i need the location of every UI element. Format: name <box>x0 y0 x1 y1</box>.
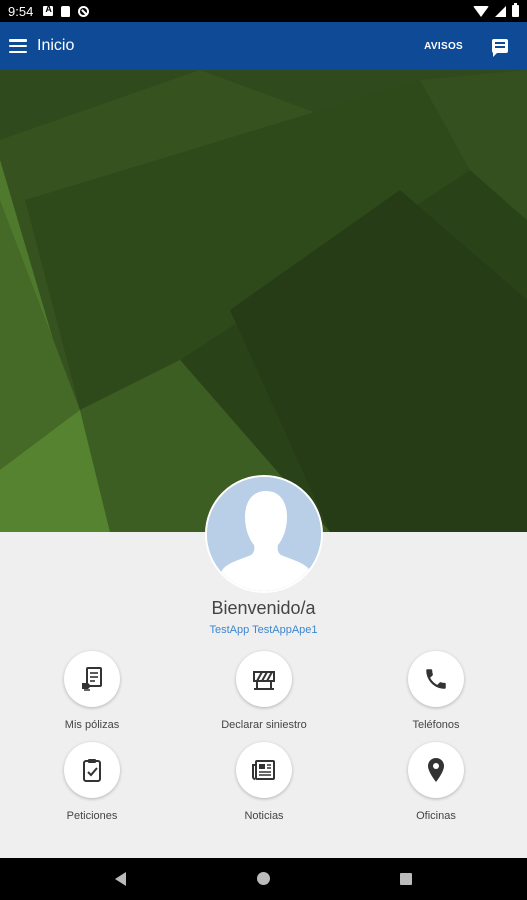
menu-item-label: Oficinas <box>416 810 456 822</box>
page-title: Inicio <box>37 37 75 54</box>
policy-document-button[interactable] <box>64 651 120 707</box>
clipboard-check-icon <box>83 759 101 782</box>
hero-banner <box>0 70 527 532</box>
do-not-disturb-icon <box>78 5 90 17</box>
username-link[interactable]: TestApp TestAppApe1 <box>0 624 527 636</box>
phone-button[interactable] <box>408 651 464 707</box>
location-pin-icon <box>428 758 444 782</box>
policy-document-icon <box>82 667 102 691</box>
signal-icon <box>495 5 506 17</box>
newspaper-button[interactable] <box>236 742 292 798</box>
phone-icon <box>426 669 446 689</box>
menu-item-label: Peticiones <box>66 810 118 822</box>
home-icon[interactable] <box>257 872 270 885</box>
app-bar: Inicio AVISOS <box>0 22 527 70</box>
user-silhouette-icon <box>207 477 321 591</box>
battery-icon <box>512 3 519 17</box>
menu-item-peticiones[interactable]: Peticiones <box>22 742 162 822</box>
road-barrier-button[interactable] <box>236 651 292 707</box>
menu-item-label: Noticias <box>244 810 284 822</box>
wifi-icon <box>473 5 489 17</box>
app-screen: 9:54 Inicio AVISOS <box>0 0 527 900</box>
location-button[interactable] <box>408 742 464 798</box>
message-icon[interactable] <box>492 39 508 57</box>
avisos-button[interactable]: AVISOS <box>424 41 463 52</box>
menu-item-telefonos[interactable]: Teléfonos <box>366 651 506 731</box>
menu-item-noticias[interactable]: Noticias <box>194 742 334 822</box>
menu-item-label: Mis pólizas <box>64 719 120 731</box>
menu-item-label: Teléfonos <box>412 719 460 731</box>
clipboard-button[interactable] <box>64 742 120 798</box>
welcome-text: Bienvenido/a <box>211 598 316 618</box>
avatar[interactable] <box>205 475 323 593</box>
newspaper-icon <box>252 760 275 780</box>
menu-item-label: Declarar siniestro <box>221 719 307 731</box>
system-nav-bar <box>0 858 527 900</box>
road-barrier-icon <box>253 671 275 690</box>
status-time: 9:54 <box>8 3 34 19</box>
menu-item-declarar-siniestro[interactable]: Declarar siniestro <box>194 651 334 731</box>
hero-pattern <box>0 70 527 532</box>
sd-card-icon <box>61 5 71 17</box>
notification-icons <box>43 4 90 17</box>
status-bar: 9:54 <box>0 0 527 22</box>
back-icon[interactable] <box>115 872 126 886</box>
menu-item-oficinas[interactable]: Oficinas <box>366 742 506 822</box>
menu-item-mis-polizas[interactable]: Mis pólizas <box>22 651 162 731</box>
hamburger-menu-icon[interactable] <box>9 39 27 53</box>
system-icons <box>473 3 519 17</box>
app-notification-icon <box>43 4 54 16</box>
recent-apps-icon[interactable] <box>400 873 412 885</box>
